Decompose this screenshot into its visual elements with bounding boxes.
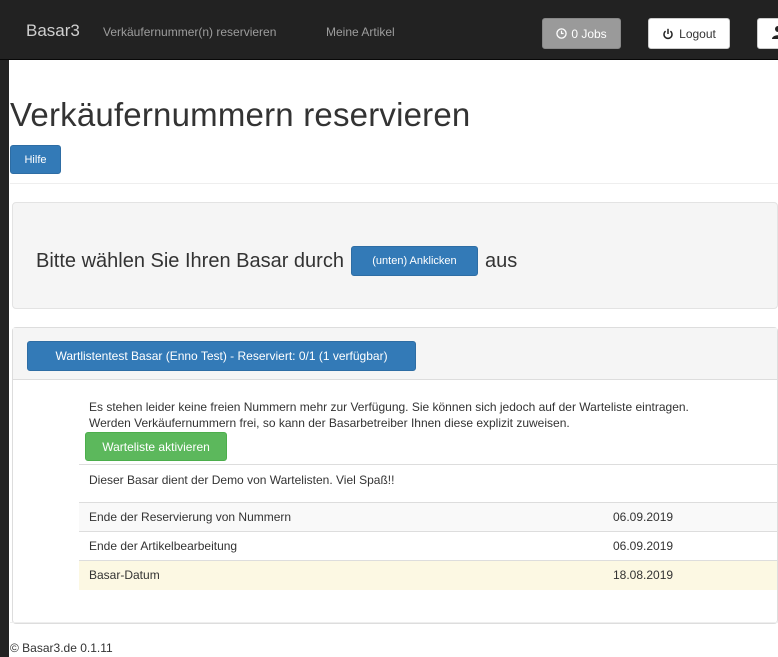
- waitlist-info-line-1: Es stehen leider keine freien Nummern me…: [89, 400, 689, 414]
- user-icon: [771, 25, 778, 39]
- clock-icon: [556, 28, 568, 39]
- jobs-button[interactable]: 0 Jobs: [542, 18, 621, 49]
- table-row: Ende der Reservierung von Nummern 06.09.…: [79, 502, 777, 532]
- nav-link-reserve-numbers[interactable]: Verkäufernummer(n) reservieren: [103, 25, 276, 39]
- power-icon: [662, 28, 674, 40]
- top-navbar: Basar3 Verkäufernummer(n) reservieren Me…: [0, 0, 778, 60]
- date-label: Ende der Artikelbearbeitung: [79, 531, 613, 561]
- nav-link-my-articles[interactable]: Meine Artikel: [326, 25, 395, 39]
- basar-panel: Wartlistentest Basar (Enno Test) - Reser…: [12, 327, 778, 624]
- logout-button[interactable]: Logout: [648, 18, 730, 49]
- brand-link[interactable]: Basar3: [26, 21, 80, 41]
- basar-select-button[interactable]: Wartlistentest Basar (Enno Test) - Reser…: [27, 341, 416, 371]
- date-value: 18.08.2019: [613, 560, 777, 590]
- logout-label: Logout: [679, 26, 716, 41]
- date-value: 06.09.2019: [613, 531, 777, 561]
- selection-instruction: Bitte wählen Sie Ihren Basar durch (unte…: [36, 246, 517, 276]
- basar-dates-table: Ende der Reservierung von Nummern 06.09.…: [79, 502, 777, 590]
- table-row: Ende der Artikelbearbeitung 06.09.2019: [79, 531, 777, 561]
- footer-divider: [10, 622, 778, 623]
- window-frame-edge: [0, 0, 9, 657]
- instruction-text-before: Bitte wählen Sie Ihren Basar durch: [36, 249, 344, 272]
- footer-text: © Basar3.de 0.1.11: [10, 641, 113, 655]
- date-value: 06.09.2019: [613, 502, 777, 532]
- divider: [10, 183, 778, 184]
- date-label: Ende der Reservierung von Nummern: [79, 502, 613, 532]
- help-button[interactable]: Hilfe: [10, 145, 61, 174]
- basar-selection-jumbotron: Bitte wählen Sie Ihren Basar durch (unte…: [12, 202, 778, 309]
- waitlist-info: Es stehen leider keine freien Nummern me…: [89, 399, 778, 431]
- date-label: Basar-Datum: [79, 560, 613, 590]
- jobs-label: 0 Jobs: [571, 26, 607, 41]
- basar-panel-header: Wartlistentest Basar (Enno Test) - Reser…: [13, 328, 777, 380]
- page-title: Verkäufernummern reservieren: [10, 96, 471, 133]
- instruction-text-after: aus: [484, 249, 518, 272]
- table-row: Basar-Datum 18.08.2019: [79, 560, 777, 590]
- waitlist-info-line-2: Werden Verkäufernummern frei, so kann de…: [89, 416, 570, 430]
- basar-description: Dieser Basar dient der Demo von Wartelis…: [79, 464, 777, 496]
- activate-waitlist-button[interactable]: Warteliste aktivieren: [85, 432, 227, 461]
- user-menu-button[interactable]: [757, 18, 778, 49]
- click-below-button[interactable]: (unten) Anklicken: [350, 246, 478, 276]
